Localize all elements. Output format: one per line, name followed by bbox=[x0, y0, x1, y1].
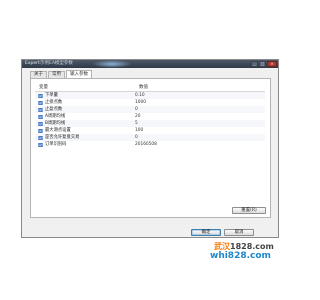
grid-row[interactable]: 123 止损点数 1000 bbox=[35, 99, 265, 106]
param-name: 最大滑点设置 bbox=[45, 128, 71, 133]
variable-column-header[interactable]: 变量 bbox=[35, 84, 135, 91]
watermark-url: whi828.com bbox=[210, 251, 271, 261]
ea-properties-dialog: Expert 示例EA模型参数 _ □ × 关于 常用 输入参数 变量 数值 1… bbox=[21, 59, 279, 238]
cancel-button[interactable]: 取消 bbox=[224, 229, 254, 236]
param-name: 止损点数 bbox=[45, 100, 63, 105]
title-bar[interactable]: Expert 示例EA模型参数 _ □ × bbox=[22, 60, 278, 68]
grid-row[interactable]: 123 下单量 0.10 bbox=[35, 92, 265, 99]
tab-inputs[interactable]: 输入参数 bbox=[66, 70, 92, 78]
inputs-panel: 变量 数值 123 下单量 0.10 123 止损点数 1000 123 止盈点数 0… bbox=[30, 78, 271, 218]
minimize-button[interactable]: _ bbox=[251, 61, 258, 67]
integer-icon: 123 bbox=[38, 107, 44, 112]
integer-icon: 123 bbox=[38, 100, 44, 105]
param-value[interactable]: 0 bbox=[131, 106, 138, 113]
grid-body: 123 下单量 0.10 123 止损点数 1000 123 止盈点数 0 123 A周… bbox=[35, 92, 265, 148]
title-glow bbox=[92, 60, 132, 68]
param-value[interactable]: 0 bbox=[131, 134, 138, 141]
grid-header: 变量 数值 bbox=[35, 84, 265, 92]
maximize-button[interactable]: □ bbox=[259, 61, 266, 67]
window-app-label: Expert bbox=[25, 61, 40, 66]
parameters-grid: 变量 数值 123 下单量 0.10 123 止损点数 1000 123 止盈点数 0… bbox=[35, 84, 265, 148]
param-name: 止盈点数 bbox=[45, 107, 63, 112]
integer-icon: 123 bbox=[38, 128, 44, 133]
grid-row[interactable]: 123 止盈点数 0 bbox=[35, 106, 265, 113]
integer-icon: 123 bbox=[38, 93, 44, 98]
grid-row[interactable]: 123 A周期均线 20 bbox=[35, 113, 265, 120]
param-name: B周期均线 bbox=[45, 121, 66, 126]
param-name: 下单量 bbox=[45, 93, 58, 98]
integer-icon: 123 bbox=[38, 121, 44, 126]
grid-row[interactable]: 123 是否允许复盘交易 0 bbox=[35, 134, 265, 141]
grid-row[interactable]: 123 订单识别码 20160508 bbox=[35, 141, 265, 148]
param-name: 订单识别码 bbox=[45, 142, 67, 147]
param-value[interactable]: 100 bbox=[131, 127, 143, 134]
tab-strip: 关于 常用 输入参数 bbox=[30, 70, 93, 78]
grid-row[interactable]: 123 最大滑点设置 100 bbox=[35, 127, 265, 134]
close-button[interactable]: × bbox=[267, 61, 277, 67]
param-value[interactable]: 20160508 bbox=[131, 141, 157, 148]
watermark-text-b: 1828 bbox=[230, 242, 253, 251]
window-title: 示例EA模型参数 bbox=[40, 61, 73, 66]
tab-about[interactable]: 关于 bbox=[30, 71, 47, 78]
integer-icon: 123 bbox=[38, 114, 44, 119]
watermark-text-c: .com bbox=[252, 242, 274, 251]
param-value[interactable]: 20 bbox=[131, 113, 140, 120]
param-name: 是否允许复盘交易 bbox=[45, 135, 80, 140]
watermark-text-a: 武汉 bbox=[214, 242, 230, 251]
grid-row[interactable]: 123 B周期均线 5 bbox=[35, 120, 265, 127]
param-value[interactable]: 0.10 bbox=[131, 92, 145, 99]
param-value[interactable]: 5 bbox=[131, 120, 138, 127]
tab-common[interactable]: 常用 bbox=[48, 71, 65, 78]
window-controls: _ □ × bbox=[251, 61, 277, 67]
reset-button[interactable]: 重置(R) bbox=[232, 207, 266, 214]
param-value[interactable]: 1000 bbox=[131, 99, 146, 106]
integer-icon: 123 bbox=[38, 135, 44, 140]
ok-button[interactable]: 确定 bbox=[191, 229, 221, 236]
param-name: A周期均线 bbox=[45, 114, 66, 119]
integer-icon: 123 bbox=[38, 142, 44, 147]
value-column-header[interactable]: 数值 bbox=[135, 84, 148, 91]
